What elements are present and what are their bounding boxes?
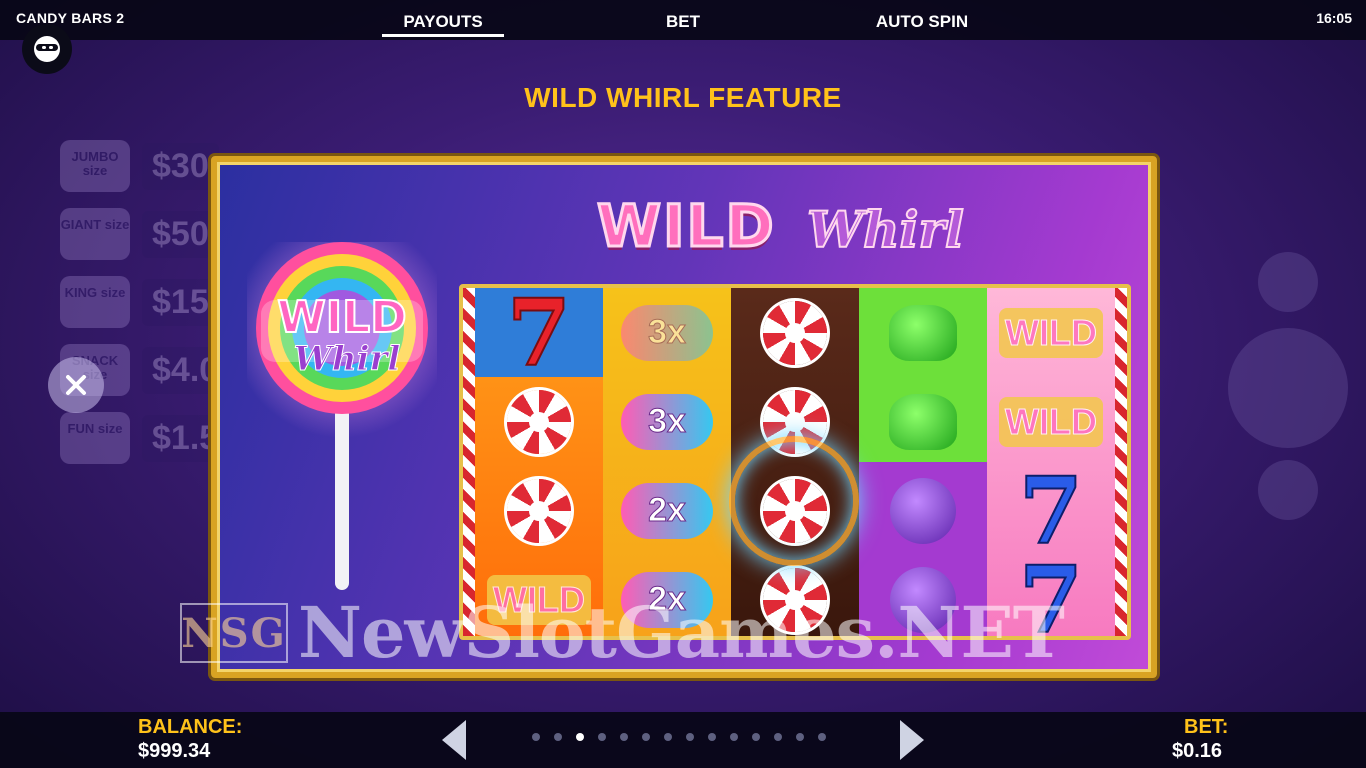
arrow-right-icon[interactable] [900,720,924,760]
reel-grid: 7 WILD 3x 3x 2x 2x WILD WILD 7 7 [459,284,1131,640]
close-button[interactable] [48,357,104,413]
page-dot[interactable] [708,733,716,741]
reel-2: 3x 3x 2x 2x [603,288,731,636]
multiplier-symbol: 3x [621,304,713,361]
reel-cell: WILD [987,288,1115,377]
candy-cane-border [1115,288,1127,636]
tab-payouts[interactable]: PAYOUTS [382,12,504,37]
reel-cell: 7 [987,456,1115,565]
page-indicator [532,733,826,741]
page-dot[interactable] [752,733,760,741]
candy-cane-border [463,288,475,636]
tab-bet[interactable]: BET [640,12,726,32]
top-bar: CANDY BARS 2 PAYOUTS BET AUTO SPIN 16:05 [0,0,1366,40]
peppermint-symbol [763,300,827,365]
reel-cell [475,466,603,555]
page-dot[interactable] [576,733,584,741]
page-dot[interactable] [664,733,672,741]
reel-4 [859,288,987,636]
lollipop-icon: WILD Whirl [247,242,437,590]
coins-button[interactable] [1258,460,1318,520]
page-dot[interactable] [796,733,804,741]
page-dot[interactable] [774,733,782,741]
wild-symbol: WILD [999,396,1103,447]
page-dot[interactable] [818,733,826,741]
gummy-symbol [889,304,957,361]
bg-size-badge: KING size [60,276,130,328]
reel-cell [859,377,987,466]
watermark-text: NewSlotGames.NET [298,591,1065,674]
bet-label: BET: [1184,716,1229,738]
close-icon [66,375,86,395]
feature-title: WILD WHIRL FEATURE [524,82,842,113]
wild-symbol: WILD [999,307,1103,358]
spin-button[interactable] [1228,328,1348,448]
peppermint-symbol [507,389,571,454]
multiplier-symbol: 2x [621,482,713,539]
balance-label: BALANCE: [138,716,243,738]
bg-prize-value: $30 [142,142,219,190]
bg-prize-value: $50 [142,210,219,258]
tab-auto-spin[interactable]: AUTO SPIN [862,12,982,32]
game-title: CANDY BARS 2 [16,10,125,26]
page-dot[interactable] [554,733,562,741]
bg-prize-value: $15 [142,278,219,326]
wild-whirl-logo-whirl: Whirl [806,199,965,260]
multiplier-symbol: 3x [621,393,713,450]
page-dot[interactable] [532,733,540,741]
lollipop-whirl-text: Whirl [294,339,401,379]
reel-cell: 2x [603,466,731,555]
page-dot[interactable] [620,733,628,741]
reel-cell [859,288,987,377]
page-dot[interactable] [642,733,650,741]
reel-1: 7 WILD [475,288,603,636]
clock: 16:05 [1316,10,1352,26]
bg-size-badge: JUMBO size [60,140,130,192]
reel-cell [475,377,603,466]
peppermint-symbol [507,478,571,543]
arrow-left-icon[interactable] [442,720,466,760]
grape-candy-symbol [890,477,956,544]
watermark: NSG NewSlotGames.NET [180,591,1065,674]
whirl-effect [729,436,859,566]
reel-cell: 3x [603,377,731,466]
page-dot[interactable] [686,733,694,741]
gummy-symbol [889,393,957,450]
page-dot[interactable] [730,733,738,741]
avatar-face [34,36,60,62]
reel-cell [859,466,987,555]
seven-symbol: 7 [1018,456,1084,565]
balance-value: $999.34 [138,740,211,762]
reel-cell: 3x [603,288,731,377]
bg-size-badge: GIANT size [60,208,130,260]
page-dot[interactable] [598,733,606,741]
bg-size-badge: FUN size [60,412,130,464]
reel-cell [731,288,859,377]
reel-cell: 7 [475,284,603,387]
autoplay-button[interactable] [1258,252,1318,312]
wild-whirl-logo-wild: WILD [596,191,776,262]
ninja-avatar-icon[interactable] [22,24,72,74]
background-paytable: JUMBO size $30 GIANT size $50 KING size $15… [60,140,229,480]
watermark-logo: NSG [180,603,288,663]
bet-value: $0.16 [1172,740,1223,762]
reel-cell: WILD [987,377,1115,466]
seven-symbol: 7 [506,284,572,387]
reel-5: WILD WILD 7 7 [987,288,1115,636]
lollipop-wild-text: WILD [277,292,406,343]
